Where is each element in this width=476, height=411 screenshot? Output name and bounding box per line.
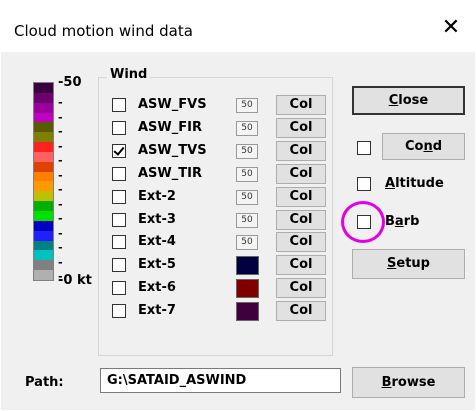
barb-label[interactable]: Barb <box>385 214 419 229</box>
row-checkbox[interactable] <box>112 120 126 135</box>
row-value-box[interactable]: 50 <box>236 189 258 205</box>
row-label: Ext-3 <box>138 211 176 227</box>
row-col-button[interactable]: Col <box>276 278 326 299</box>
scale-segment <box>34 250 53 261</box>
row-col-button[interactable]: Col <box>276 232 326 253</box>
wind-group-title: Wind <box>107 67 151 82</box>
row-color-swatch[interactable] <box>236 256 259 276</box>
window-title: Cloud motion wind data <box>14 22 193 40</box>
row-col-button[interactable]: Col <box>276 117 326 138</box>
altitude-checkbox[interactable] <box>357 177 371 191</box>
row-value-box[interactable]: 50 <box>236 235 258 251</box>
scale-segment <box>34 201 53 211</box>
title-bar: Cloud motion wind data ✕ <box>0 0 476 52</box>
row-col-button[interactable]: Col <box>276 301 326 322</box>
scale-segment <box>34 220 53 231</box>
scale-segment <box>34 230 53 241</box>
row-label: Ext-5 <box>138 257 176 273</box>
row-value-box[interactable]: 50 <box>236 143 258 159</box>
scale-segment <box>34 260 53 271</box>
scale-tick: - <box>58 241 63 254</box>
path-label: Path: <box>25 375 64 390</box>
row-col-button[interactable]: Col <box>276 209 326 230</box>
scale-tick: - <box>58 96 63 109</box>
setup-button-label: Setup <box>387 256 430 271</box>
row-color-swatch[interactable] <box>236 279 259 299</box>
scale-tick: - <box>58 110 63 124</box>
scale-tick: - <box>58 270 63 283</box>
row-value-box[interactable]: 50 <box>236 166 258 182</box>
scale-segment <box>34 270 53 280</box>
window-close-icon[interactable]: ✕ <box>440 16 462 40</box>
row-col-button[interactable]: Col <box>276 186 326 207</box>
row-value-box[interactable]: 50 <box>236 120 258 136</box>
row-label: Ext-2 <box>138 188 176 204</box>
row-checkbox[interactable] <box>112 166 126 181</box>
scale-tick: - <box>58 183 63 196</box>
row-checkbox[interactable] <box>112 189 126 204</box>
row-label: ASW_FVS <box>138 97 207 112</box>
row-value-box[interactable]: 50 <box>236 98 258 113</box>
scale-segment <box>34 191 53 202</box>
scale-tick: - <box>58 168 63 182</box>
scale-tick: - <box>58 255 63 269</box>
scale-segment <box>34 151 53 162</box>
scale-segment <box>34 92 53 103</box>
row-checkbox[interactable] <box>112 258 126 273</box>
browse-button[interactable]: Browse <box>352 367 465 398</box>
row-checkbox[interactable] <box>112 235 126 250</box>
cond-checkbox[interactable] <box>357 141 371 155</box>
row-label: ASW_FIR <box>138 119 202 135</box>
scale-segment <box>34 132 53 143</box>
scale-segment <box>34 142 53 152</box>
scale-segment <box>34 122 53 133</box>
row-checkbox[interactable] <box>112 281 126 296</box>
row-label: Ext-4 <box>138 234 176 250</box>
scale-segment <box>34 102 53 113</box>
row-col-button[interactable]: Col <box>276 255 326 276</box>
row-label: ASW_TIR <box>138 165 202 181</box>
scale-tick: - <box>58 154 63 167</box>
browse-button-label: Browse <box>381 375 436 390</box>
highlight-circle <box>341 201 385 243</box>
scale-tick: - <box>58 197 63 211</box>
row-label: ASW_TVS <box>138 142 207 158</box>
row-checkbox[interactable] <box>112 98 126 112</box>
color-scale-bar <box>33 82 54 281</box>
scale-segment <box>34 181 53 192</box>
cond-button[interactable]: Cond <box>382 133 465 160</box>
scale-segment <box>34 171 53 182</box>
altitude-label[interactable]: Altitude <box>385 176 444 191</box>
scale-min-label: -0 kt <box>58 273 92 288</box>
scale-segment <box>34 240 53 251</box>
close-button[interactable]: Close <box>352 86 465 115</box>
scale-segment <box>34 210 53 221</box>
scale-tick: - <box>58 212 63 225</box>
scale-segment <box>34 112 53 123</box>
scale-segment <box>34 83 53 93</box>
row-label: Ext-7 <box>138 303 176 319</box>
row-value-box[interactable]: 50 <box>236 212 258 228</box>
scale-segment <box>34 161 53 172</box>
path-input[interactable]: G:\SATAID_ASWIND <box>100 368 341 393</box>
scale-tick: - <box>58 139 63 153</box>
row-col-button[interactable]: Col <box>276 140 326 161</box>
row-checkbox[interactable] <box>112 212 126 227</box>
row-col-button[interactable]: Col <box>276 163 326 184</box>
scale-tick: - <box>58 125 63 138</box>
setup-button[interactable]: Setup <box>352 249 465 279</box>
scale-max-label: -50 <box>58 75 82 90</box>
row-col-button[interactable]: Col <box>276 95 326 115</box>
row-checkbox[interactable] <box>112 304 126 319</box>
row-label: Ext-6 <box>138 280 176 296</box>
scale-tick: - <box>58 226 63 240</box>
row-checkbox[interactable] <box>112 143 126 158</box>
cond-button-label: Cond <box>404 139 443 154</box>
row-color-swatch[interactable] <box>236 302 259 322</box>
close-button-label: Close <box>388 93 429 108</box>
